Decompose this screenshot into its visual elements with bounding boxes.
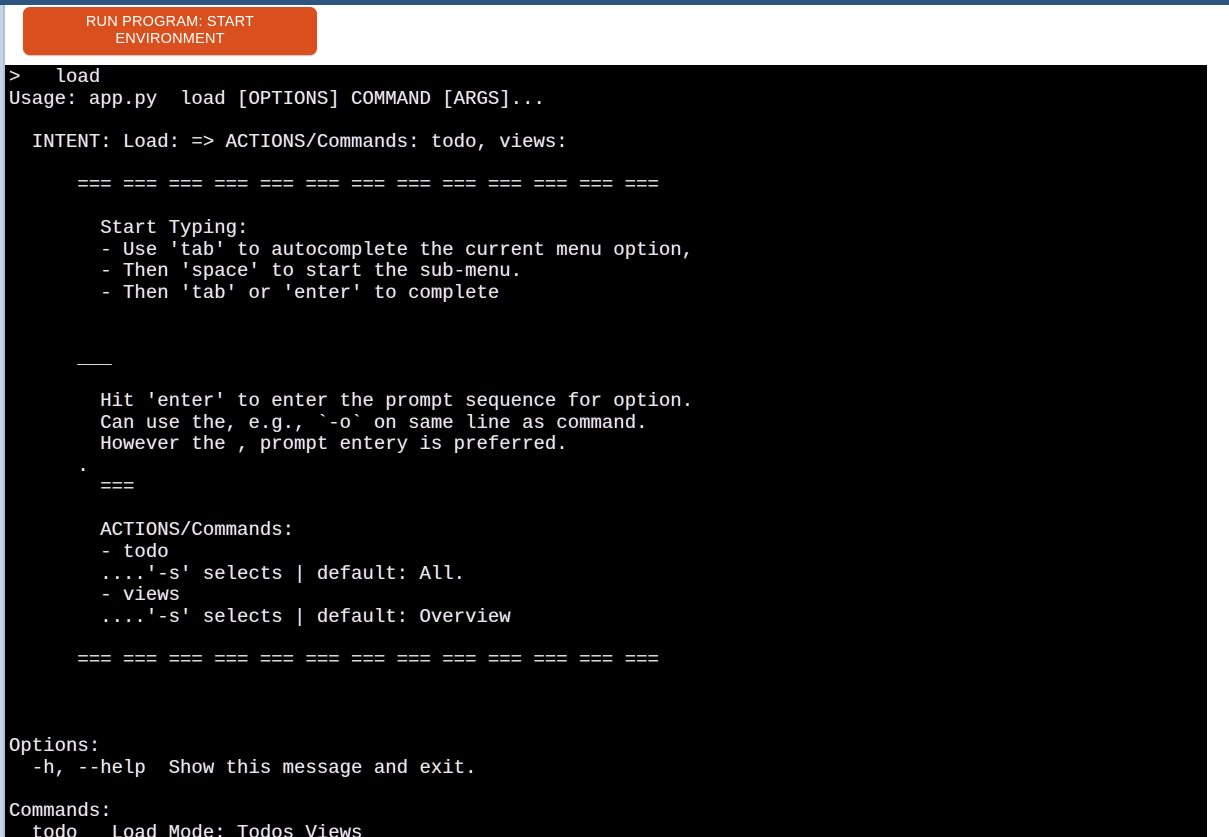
terminal-output-panel[interactable]: > load Usage: app.py load [OPTIONS] COMM… (5, 65, 1207, 837)
window-top-bar (0, 0, 1229, 5)
run-button-label: RUN PROGRAM: START ENVIRONMENT (85, 14, 255, 47)
terminal-help-text: > load Usage: app.py load [OPTIONS] COMM… (9, 66, 694, 837)
app-root: RUN PROGRAM: START ENVIRONMENT > load Us… (0, 0, 1229, 837)
run-program-start-environment-button[interactable]: RUN PROGRAM: START ENVIRONMENT (23, 7, 317, 55)
